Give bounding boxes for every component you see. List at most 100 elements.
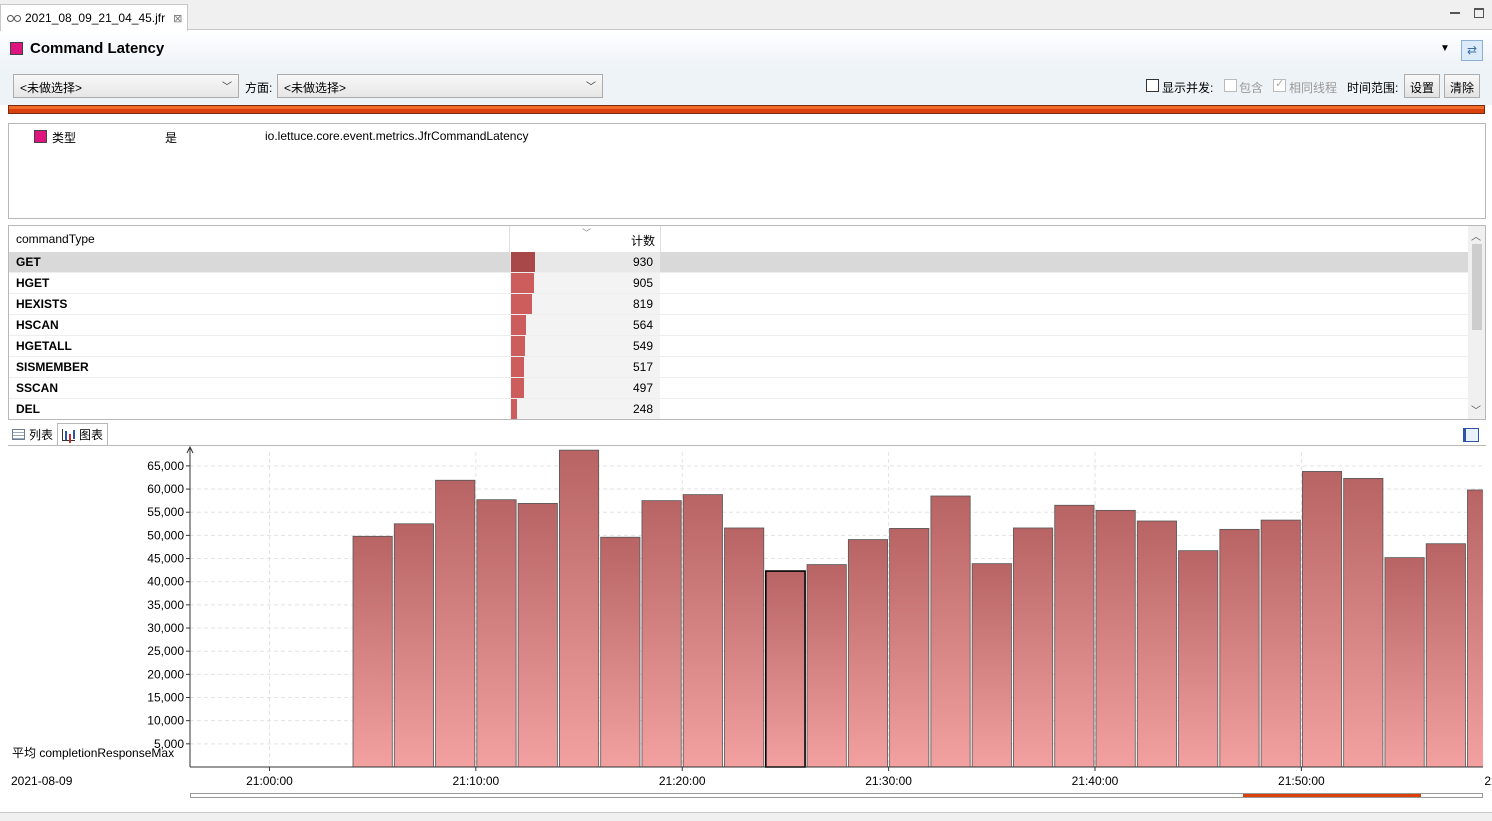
column-separator — [509, 226, 510, 252]
command-type-cell: GET — [16, 255, 41, 269]
tab-chart[interactable]: 图表 — [57, 423, 109, 445]
command-type-cell: DEL — [16, 402, 40, 416]
chart-bar[interactable] — [435, 479, 476, 768]
chart-bar[interactable] — [558, 449, 600, 768]
column-header-commandtype[interactable]: commandType — [16, 226, 95, 252]
table-row[interactable]: DEL 248 — [9, 399, 1469, 419]
table-row[interactable]: HEXISTS 819 — [9, 294, 1469, 315]
chart-bar[interactable] — [517, 503, 558, 768]
close-icon[interactable]: ⊠ — [173, 12, 182, 25]
clear-button[interactable]: 清除 — [1444, 74, 1481, 98]
latency-bar-chart[interactable]: 5,00010,00015,00020,00025,00030,00035,00… — [0, 446, 1492, 812]
x-tick-label: 21:30:00 — [865, 774, 912, 788]
time-range-label: 时间范围: — [1347, 81, 1399, 95]
chart-bar[interactable] — [889, 528, 930, 768]
chart-bar[interactable] — [476, 499, 517, 768]
chart-bar[interactable] — [930, 495, 971, 768]
aggregation-table: commandType ﹀ 计数 GET 930 HGET 905 HEXISTS 819… — [8, 225, 1486, 420]
count-cell: 497 — [632, 381, 653, 395]
page-color-swatch — [10, 42, 23, 55]
aspect-select[interactable]: <未做选择> ﹀ — [277, 74, 603, 98]
table-scrollbar[interactable]: ︿ ﹀ — [1468, 226, 1485, 419]
bar-chart-icon — [62, 428, 76, 441]
attribute-select[interactable]: <未做选择> ﹀ — [13, 74, 239, 98]
include-checkbox[interactable] — [1224, 79, 1237, 92]
count-bar — [511, 399, 517, 419]
column-header-count[interactable]: 计数 — [569, 226, 655, 252]
time-range-bar[interactable] — [8, 105, 1485, 114]
aspect-label: 方面: — [245, 81, 273, 95]
view-menu-icon[interactable]: ▼ — [1440, 43, 1450, 54]
view-tabs: 列表 图表 — [8, 423, 109, 445]
command-type-cell: HEXISTS — [16, 297, 68, 311]
tab-list[interactable]: 列表 — [8, 423, 57, 445]
minimize-icon[interactable] — [1450, 8, 1460, 14]
table-row[interactable]: SSCAN 497 — [9, 378, 1469, 399]
chevron-down-icon: ﹀ — [586, 82, 596, 93]
chart-bar[interactable] — [806, 564, 847, 768]
set-button[interactable]: 设置 — [1404, 74, 1441, 98]
sync-selection-icon[interactable]: ⇄ — [1461, 40, 1483, 61]
x-tick-label: 21:50:00 — [1278, 774, 1325, 788]
maximize-icon[interactable] — [1474, 8, 1484, 18]
filter-field: 类型 — [52, 131, 77, 145]
attribute-select-value: <未做选择> — [20, 81, 83, 95]
chart-bar[interactable] — [682, 494, 723, 768]
chart-bar[interactable] — [724, 527, 765, 768]
scroll-down-icon[interactable]: ﹀ — [1471, 402, 1481, 417]
table-row[interactable]: SISMEMBER 517 — [9, 357, 1469, 378]
editor-tab[interactable]: 2021_08_09_21_04_45.jfr ⊠ — [0, 4, 188, 31]
chart-bar[interactable] — [1136, 520, 1177, 768]
chart-bar[interactable] — [1425, 543, 1466, 768]
chart-bar[interactable] — [600, 536, 641, 768]
y-tick-label: 30,000 — [147, 621, 184, 635]
chart-visible-range-thumb[interactable] — [1243, 794, 1421, 797]
chart-bar[interactable] — [971, 563, 1012, 768]
show-concurrent-checkbox[interactable] — [1146, 79, 1159, 92]
chart-bar[interactable] — [764, 570, 806, 768]
chart-bar[interactable] — [1260, 519, 1301, 768]
command-type-cell: HGETALL — [16, 339, 72, 353]
table-row[interactable]: HSCAN 564 — [9, 315, 1469, 336]
chart-bar[interactable] — [1013, 527, 1054, 768]
command-type-cell: SISMEMBER — [16, 360, 89, 374]
tab-chart-label: 图表 — [79, 428, 104, 442]
export-icon[interactable] — [1463, 428, 1479, 442]
chart-bar[interactable] — [1054, 504, 1095, 768]
chart-bar[interactable] — [1384, 557, 1425, 768]
chart-timeline-scrollbar[interactable] — [190, 793, 1483, 798]
filter-color-swatch — [34, 130, 47, 143]
chart-bar[interactable] — [1343, 478, 1384, 768]
y-tick-label: 60,000 — [147, 482, 184, 496]
chart-bar[interactable] — [641, 500, 682, 768]
chart-bar[interactable] — [393, 523, 434, 768]
aspect-select-value: <未做选择> — [284, 81, 347, 95]
count-bar — [511, 357, 524, 377]
command-type-cell: HSCAN — [16, 318, 59, 332]
chart-bar[interactable] — [352, 535, 393, 768]
y-tick-label: 10,000 — [147, 714, 184, 728]
count-cell: 564 — [632, 318, 653, 332]
status-footer — [0, 812, 1492, 821]
recording-icon — [7, 13, 21, 23]
scrollbar-thumb[interactable] — [1472, 244, 1482, 330]
scroll-up-icon[interactable]: ︿ — [1471, 228, 1481, 243]
count-cell: 905 — [632, 276, 653, 290]
table-row[interactable]: HGET 905 — [9, 273, 1469, 294]
chart-bar[interactable] — [1095, 509, 1136, 768]
x-tick-label: 22:00:00 — [1484, 774, 1492, 788]
filter-operator: 是 — [165, 131, 178, 145]
chart-bar[interactable] — [1301, 471, 1343, 768]
chart-bar[interactable] — [1467, 489, 1492, 768]
tab-list-label: 列表 — [29, 427, 54, 442]
count-cell: 248 — [632, 402, 653, 416]
same-thread-checkbox[interactable] — [1273, 77, 1286, 92]
chart-bar[interactable] — [1178, 550, 1219, 768]
count-bar — [511, 378, 524, 398]
page-title: Command Latency — [30, 40, 165, 57]
chart-bar[interactable] — [847, 539, 889, 768]
table-row[interactable]: GET 930 — [9, 252, 1469, 273]
count-cell: 549 — [632, 339, 653, 353]
table-row[interactable]: HGETALL 549 — [9, 336, 1469, 357]
chart-bar[interactable] — [1219, 528, 1260, 768]
